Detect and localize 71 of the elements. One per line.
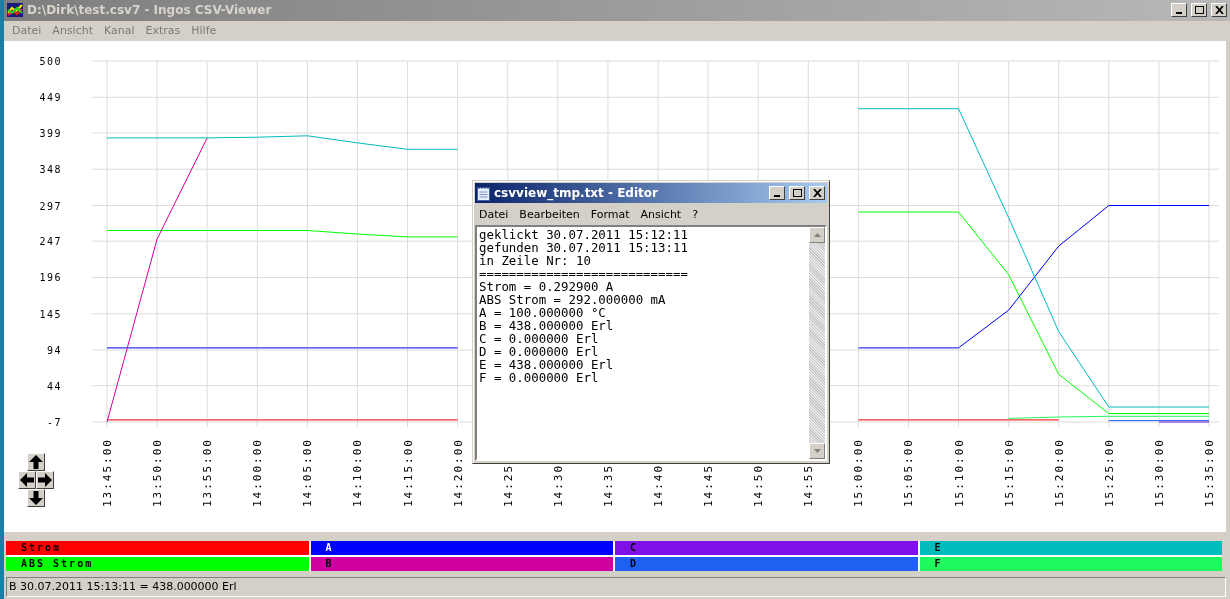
window-title: D:\Dirk\test.csv7 - Ingos CSV-Viewer (27, 3, 273, 18)
arrow-left-icon (20, 473, 34, 487)
x-axis-label: 14:45 (702, 463, 716, 507)
x-axis-label: 15:00:00 (852, 438, 866, 507)
x-axis-label: 14:40 (652, 463, 665, 507)
y-axis-label: 500 (39, 56, 62, 67)
x-axis-label: 13:45:00 (101, 438, 114, 507)
chart-lines-icon (7, 3, 23, 18)
legend-item[interactable]: ABS Strom (6, 557, 309, 571)
editor-title: csvview_tmp.txt - Editor (494, 186, 659, 200)
y-axis-label: 44 (46, 380, 62, 392)
maximize-icon (792, 189, 802, 197)
legend-item[interactable]: F (919, 557, 1222, 571)
menu-item[interactable]: ? (688, 207, 706, 221)
x-axis-label: 13:55:00 (201, 438, 215, 507)
x-axis-label: 15:25:00 (1102, 438, 1116, 507)
maximize-icon (1194, 6, 1204, 15)
x-axis-label: 14:05:00 (301, 438, 315, 507)
x-axis-label: 15:35:00 (1203, 438, 1216, 507)
minimize-button[interactable] (769, 186, 785, 200)
x-axis-label: 14:10:00 (351, 438, 365, 507)
y-axis-label: 196 (39, 272, 62, 284)
arrow-down-icon (29, 491, 43, 505)
x-axis-label: 14:35 (601, 463, 615, 507)
menu-item[interactable]: Ansicht (636, 207, 689, 221)
status-bar: B 30.07.2011 15:13:11 = 438.000000 Erl (6, 577, 1226, 597)
scroll-down-button[interactable] (27, 489, 45, 507)
close-button[interactable] (1211, 3, 1227, 18)
y-axis-label: 145 (39, 308, 62, 320)
y-axis-label: 399 (39, 127, 62, 139)
x-axis-label: 14:50 (752, 463, 766, 507)
menu-item[interactable]: Datei (475, 207, 516, 221)
close-button[interactable] (809, 186, 825, 200)
arrow-up-icon (29, 455, 43, 469)
minimize-button[interactable] (1171, 3, 1187, 18)
legend-item[interactable]: Strom (6, 541, 309, 555)
x-axis-label: 15:10:00 (952, 438, 966, 507)
x-axis-label: 14:15:00 (401, 438, 415, 507)
legend-item[interactable]: E (919, 541, 1222, 555)
menu-item[interactable]: Format (586, 207, 637, 221)
maximize-button[interactable] (1191, 3, 1207, 18)
maximize-button[interactable] (789, 186, 805, 200)
x-axis-label: 15:30:00 (1152, 438, 1166, 507)
arrow-right-icon (38, 473, 52, 487)
x-axis-label: 14:00:00 (251, 438, 265, 507)
legend-item[interactable]: B (310, 557, 613, 571)
y-axis-label: 449 (39, 92, 62, 104)
y-axis-label: 297 (39, 200, 62, 212)
y-axis-label: 247 (39, 236, 62, 248)
close-icon (1214, 6, 1224, 15)
menu-item[interactable]: Bearbeiten (515, 207, 587, 221)
caret-down-icon (813, 449, 821, 453)
x-axis-label: 15:05:00 (902, 438, 916, 507)
scroll-up-button[interactable] (27, 453, 45, 471)
scroll-right-button[interactable] (36, 471, 54, 489)
x-axis-label: 13:50:00 (151, 438, 165, 507)
legend-item[interactable]: A (310, 541, 613, 555)
x-axis-label: 15:20:00 (1052, 438, 1066, 507)
x-axis-label: 14:25 (501, 463, 515, 507)
x-axis-label: 14:55 (802, 463, 816, 507)
legend-item[interactable]: D (615, 557, 918, 571)
caret-up-icon (813, 233, 821, 237)
close-icon (812, 189, 822, 197)
x-axis-label: 14:30 (551, 463, 565, 507)
x-axis-label: 14:20:00 (451, 438, 465, 507)
y-axis-label: -7 (46, 417, 62, 428)
y-axis-label: 348 (39, 164, 62, 176)
notepad-icon (477, 185, 490, 201)
x-axis-label: 15:15:00 (1002, 438, 1016, 507)
scroll-left-button[interactable] (18, 471, 36, 489)
y-axis-label: 94 (46, 345, 62, 357)
